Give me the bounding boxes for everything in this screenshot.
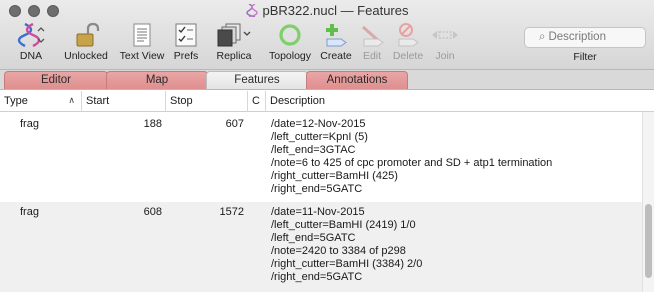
search-placeholder: Description [548, 31, 606, 43]
description-line: /date=12-Nov-2015 [271, 118, 366, 130]
description-line: /left_end=3GTAC [271, 144, 356, 156]
description-line: /date=11-Nov-2015 [271, 206, 365, 218]
cell-start: 188 [143, 118, 162, 130]
tab-editor[interactable]: Editor [4, 71, 108, 89]
description-line: /right_cutter=BamHI (425) [271, 170, 398, 182]
search-icon: ⌕ [539, 31, 546, 43]
text-document-icon [133, 23, 151, 47]
cell-description: /date=12-Nov-2015 /left_cutter=KpnI (5) … [271, 118, 552, 196]
replica-button[interactable]: Replica [212, 22, 256, 66]
cell-start: 608 [143, 206, 162, 218]
column-header-c[interactable]: C [248, 91, 266, 112]
cell-description: /date=11-Nov-2015 /left_cutter=BamHI (24… [271, 206, 422, 284]
description-line: /note=6 to 425 of cpc promoter and SD + … [271, 157, 553, 169]
prefs-button[interactable]: Prefs [171, 22, 201, 66]
replica-label: Replica [216, 50, 252, 62]
column-header-start[interactable]: Start [82, 91, 166, 112]
unlocked-label: Unlocked [64, 50, 108, 62]
tab-annotations[interactable]: Annotations [306, 71, 408, 89]
join-arrows-icon [432, 31, 458, 39]
window-title: pBR322.nucl — Features [262, 3, 409, 18]
delete-feature-icon [398, 23, 419, 47]
column-type-label: Type [4, 95, 28, 107]
description-line: /right_end=5GATC [271, 271, 363, 283]
preferences-checklist-icon [175, 23, 197, 47]
text-view-button[interactable]: Text View [116, 22, 168, 66]
view-tab-bar: Editor Map Features Annotations [0, 70, 654, 90]
topology-label: Topology [268, 50, 312, 62]
table-row[interactable]: frag 188 607 /date=12-Nov-2015 /left_cut… [0, 114, 642, 202]
description-line: /note=2420 to 3384 of p298 [271, 245, 406, 257]
circular-topology-icon [279, 24, 301, 46]
column-header-stop[interactable]: Stop [166, 91, 248, 112]
edit-button[interactable]: Edit [358, 22, 386, 66]
dna-helix-icon [17, 22, 45, 48]
replica-stack-icon [217, 23, 251, 47]
description-line: /right_cutter=BamHI (3384) 2/0 [271, 258, 423, 270]
search-field[interactable]: ⌕ Description [524, 27, 646, 48]
dna-button[interactable]: DNA [10, 22, 52, 66]
table-row[interactable]: frag 608 1572 /date=11-Nov-2015 /left_cu… [0, 202, 642, 292]
dna-label: DNA [19, 50, 43, 62]
create-feature-icon [326, 24, 347, 47]
edit-pencil-icon [362, 25, 384, 47]
tab-map[interactable]: Map [106, 71, 208, 89]
vertical-scrollbar[interactable] [642, 112, 654, 292]
unlocked-button[interactable]: Unlocked [62, 22, 110, 66]
scrollbar-thumb[interactable] [645, 204, 652, 278]
description-line: /right_end=5GATC [271, 183, 363, 195]
cell-stop: 607 [225, 118, 244, 130]
column-header-type[interactable]: Type ∧ [0, 91, 82, 112]
description-line: /left_cutter=BamHI (2419) 1/0 [271, 219, 416, 231]
window-title-container: pBR322.nucl — Features [0, 3, 654, 18]
description-line: /left_end=5GATC [271, 232, 356, 244]
create-button[interactable]: Create [318, 22, 354, 66]
table-header: Type ∧ Start Stop C Description [0, 91, 654, 112]
column-header-description[interactable]: Description [266, 91, 654, 112]
description-line: /left_cutter=KpnI (5) [271, 131, 368, 143]
sort-ascending-icon: ∧ [68, 95, 75, 105]
window-toolbar: pBR322.nucl — Features DNA Unlocked Text… [0, 0, 654, 70]
dna-document-icon [245, 4, 258, 17]
cell-type: frag [20, 118, 39, 130]
cell-stop: 1572 [219, 206, 244, 218]
delete-label: Delete [392, 50, 424, 62]
create-label: Create [320, 50, 352, 62]
join-label: Join [435, 50, 455, 62]
text-view-label: Text View [119, 50, 165, 62]
cell-type: frag [20, 206, 39, 218]
filter-label: Filter [573, 51, 597, 63]
unlocked-padlock-icon [76, 22, 100, 47]
delete-button[interactable]: Delete [390, 22, 426, 66]
topology-button[interactable]: Topology [266, 22, 314, 66]
edit-label: Edit [362, 50, 382, 62]
tab-features[interactable]: Features [206, 71, 308, 89]
prefs-label: Prefs [173, 50, 199, 62]
join-button[interactable]: Join [430, 22, 460, 66]
